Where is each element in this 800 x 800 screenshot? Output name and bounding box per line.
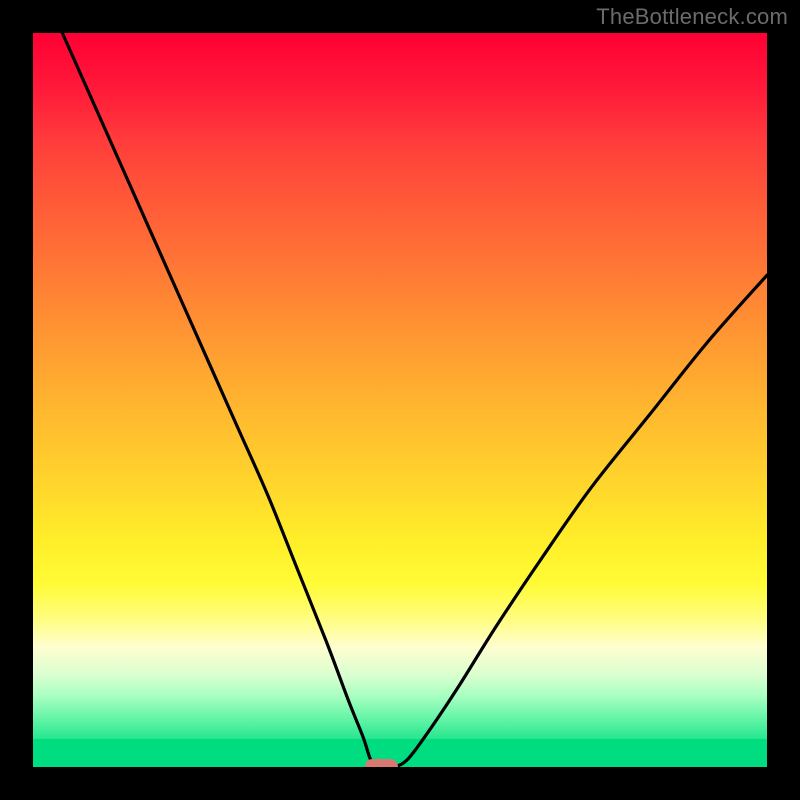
bottleneck-curve [33,33,767,767]
curve-path [62,33,767,767]
chart-frame: TheBottleneck.com [0,0,800,800]
minimum-marker [365,759,398,767]
plot-area [33,33,767,767]
watermark-text: TheBottleneck.com [596,4,788,30]
